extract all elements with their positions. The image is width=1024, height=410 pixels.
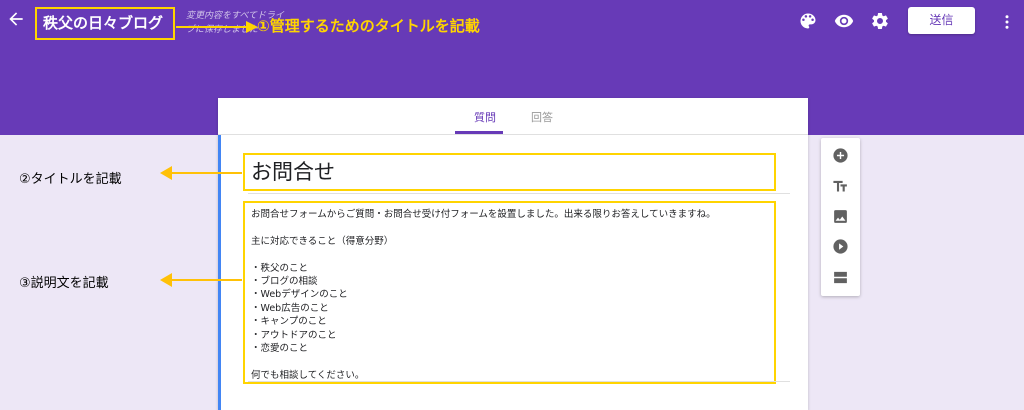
title-text-icon[interactable]: [832, 178, 849, 195]
eye-icon[interactable]: [834, 11, 854, 31]
annotation-arrow-1: [176, 21, 258, 33]
title-underline: [248, 193, 790, 194]
description-underline: [248, 381, 790, 382]
tab-bar: 質問 回答: [218, 98, 808, 135]
annotation-2: ②タイトルを記載: [19, 172, 122, 187]
active-tab-indicator: [455, 131, 503, 134]
annotation-1: ①管理するためのタイトルを記載: [257, 17, 480, 35]
send-button[interactable]: 送信: [908, 7, 975, 34]
back-arrow-icon[interactable]: [6, 9, 26, 29]
annotation-arrow-2: [160, 166, 242, 180]
form-description-input[interactable]: お問合せフォームからご質問・お問合せ受け付フォームを設置しました。出来る限りお答…: [243, 201, 776, 384]
annotation-arrow-3: [160, 273, 242, 287]
form-title-input[interactable]: お問合せ: [243, 153, 776, 191]
gear-icon[interactable]: [870, 11, 890, 31]
image-icon[interactable]: [832, 208, 849, 225]
section-icon[interactable]: [832, 269, 849, 286]
add-question-icon[interactable]: [832, 147, 849, 164]
video-icon[interactable]: [832, 238, 849, 255]
form-name-input[interactable]: 秩父の日々ブログ: [35, 7, 175, 40]
tab-responses[interactable]: 回答: [531, 109, 553, 125]
tab-questions[interactable]: 質問: [474, 109, 496, 125]
annotation-3: ③説明文を記載: [19, 276, 109, 291]
palette-icon[interactable]: [798, 11, 818, 31]
more-vert-icon[interactable]: [998, 12, 1016, 32]
side-toolbar: [821, 138, 860, 296]
